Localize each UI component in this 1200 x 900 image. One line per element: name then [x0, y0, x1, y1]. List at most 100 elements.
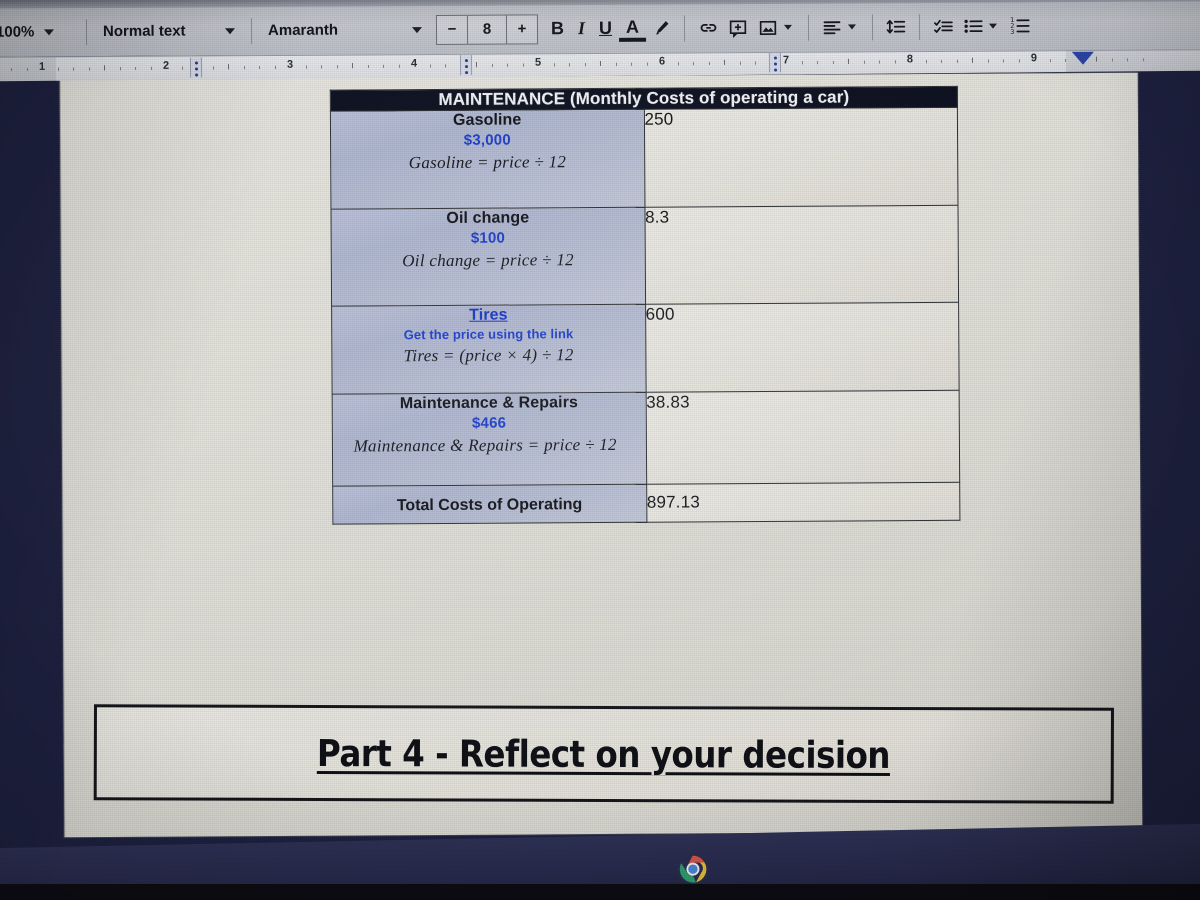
ruler-tick — [1002, 59, 1005, 63]
row-value-cell[interactable]: 38.83 — [645, 390, 960, 485]
row-formula: Oil change = price ÷ 12 — [402, 249, 574, 270]
ruler-number: 8 — [906, 53, 914, 66]
ruler-tick — [321, 65, 323, 69]
ruler-tick — [506, 63, 509, 67]
row-amount: $466 — [471, 414, 507, 432]
align-options-chevron-down-icon[interactable] — [847, 24, 857, 30]
toolbar-divider — [250, 17, 253, 44]
font-size-input[interactable]: 8 — [466, 15, 508, 44]
docs-toolbar: 100% Normal text Amaranth − 8 + B I U A — [0, 0, 1200, 58]
list-options-chevron-down-icon[interactable] — [988, 23, 998, 29]
ruler-number: 4 — [410, 57, 418, 70]
row-formula: Tires = (price × 4) ÷ 12 — [403, 344, 574, 365]
ruler-tick — [103, 65, 106, 71]
screen-photo: 100% Normal text Amaranth − 8 + B I U A — [0, 0, 1200, 900]
table-row[interactable]: Oil change $100 Oil change = price ÷ 12 … — [330, 205, 959, 307]
ruler-tick — [971, 57, 974, 63]
add-comment-icon[interactable] — [723, 13, 753, 43]
italic-button[interactable]: I — [571, 14, 592, 44]
row-title: Maintenance & Repairs — [399, 394, 579, 413]
zoom-dropdown[interactable]: 100% — [0, 17, 78, 48]
part4-callout-box[interactable]: Part 4 - Reflect on your decision — [93, 704, 1114, 804]
total-value-cell[interactable]: 897.13 — [646, 482, 960, 523]
checklist-icon[interactable] — [928, 11, 958, 41]
toolbar-divider — [683, 14, 686, 41]
row-note: Get the price using the link — [403, 326, 574, 343]
ruler-tick — [832, 60, 834, 64]
ruler-tick — [26, 67, 28, 72]
row-label-cell[interactable]: Tires Get the price using the link Tires… — [331, 304, 646, 395]
ruler-number: 1 — [38, 60, 46, 73]
ruler-tick — [274, 65, 276, 69]
ruler-number: 9 — [1030, 52, 1038, 65]
row-value-cell[interactable]: 250 — [643, 107, 958, 208]
row-title-link[interactable]: Tires — [332, 305, 645, 327]
table-total-row[interactable]: Total Costs of Operating 897.13 — [332, 482, 960, 525]
ruler-tick — [723, 59, 726, 65]
underline-button[interactable]: U — [592, 13, 619, 43]
zoom-value: 100% — [0, 23, 35, 41]
maintenance-table[interactable]: MAINTENANCE (Monthly Costs of operating … — [330, 86, 961, 525]
font-size-stepper[interactable]: − 8 + — [435, 13, 539, 45]
numbered-list-icon[interactable]: 1 2 3 — [1005, 11, 1035, 41]
align-left-icon[interactable] — [817, 12, 847, 42]
ruler-tick — [88, 67, 90, 71]
part4-heading: Part 4 - Reflect on your decision — [317, 731, 891, 777]
ruler-number: 7 — [782, 54, 790, 67]
ruler-tick — [243, 66, 245, 70]
ruler-tick — [1049, 59, 1051, 63]
row-value-cell[interactable]: 600 — [645, 302, 960, 393]
font-family-value: Amaranth — [267, 21, 339, 40]
insert-link-icon[interactable] — [693, 13, 723, 43]
ruler-tick — [398, 64, 400, 68]
bold-button[interactable]: B — [544, 14, 571, 44]
row-value-cell[interactable]: 8.3 — [644, 205, 959, 305]
decrease-font-size-button[interactable]: − — [437, 15, 467, 43]
font-family-dropdown[interactable]: Amaranth — [260, 15, 430, 46]
ruler-tick — [119, 67, 121, 71]
row-title: Oil change — [446, 209, 530, 227]
row-label-cell[interactable]: Gasoline $3,000 Gasoline = price ÷ 12 — [330, 109, 645, 210]
ruler-tab-stop[interactable] — [459, 55, 473, 76]
page-left-margin-edge — [59, 79, 66, 838]
ruler-tick — [351, 63, 354, 69]
paragraph-style-dropdown[interactable]: Normal text — [95, 16, 243, 47]
toolbar-divider — [871, 13, 874, 40]
ruler-tick — [599, 60, 602, 66]
increase-font-size-button[interactable]: + — [507, 15, 537, 43]
chrome-icon[interactable] — [676, 852, 711, 887]
ruler-tick — [956, 59, 958, 63]
ruler-tab-stop[interactable] — [768, 52, 782, 73]
text-color-button[interactable]: A — [618, 15, 647, 42]
bulleted-list-icon[interactable] — [958, 11, 988, 41]
row-label-cell[interactable]: Oil change $100 Oil change = price ÷ 12 — [330, 207, 646, 307]
row-title: Gasoline — [452, 111, 522, 129]
ruler-tick — [677, 62, 679, 66]
svg-text:3: 3 — [1010, 29, 1014, 36]
toolbar-divider — [85, 18, 88, 45]
row-formula: Gasoline = price ÷ 12 — [408, 151, 567, 172]
ruler-tick — [491, 63, 493, 67]
ruler-number: 2 — [162, 59, 170, 72]
ruler-tick — [181, 66, 183, 70]
toolbar-divider — [807, 14, 810, 41]
ruler-tick — [382, 64, 385, 68]
ruler-tick — [615, 62, 617, 66]
total-label-cell[interactable]: Total Costs of Operating — [332, 484, 647, 525]
ruler-tick — [894, 60, 896, 64]
chevron-down-icon — [224, 27, 236, 34]
row-label-cell[interactable]: Maintenance & Repairs $466 Maintenance &… — [332, 392, 647, 487]
document-page[interactable]: MAINTENANCE (Monthly Costs of operating … — [59, 72, 1143, 838]
ruler-tick — [630, 62, 633, 66]
chevron-down-icon — [44, 28, 55, 35]
ruler-tick — [847, 58, 850, 64]
insert-image-icon[interactable] — [753, 12, 783, 42]
ruler-tab-stop[interactable] — [189, 57, 203, 78]
right-indent-marker[interactable] — [1071, 51, 1095, 65]
line-spacing-icon[interactable] — [881, 12, 911, 42]
table-row[interactable]: Maintenance & Repairs $466 Maintenance &… — [332, 390, 960, 487]
table-row[interactable]: Gasoline $3,000 Gasoline = price ÷ 12 25… — [330, 107, 958, 210]
image-options-chevron-down-icon[interactable] — [783, 24, 793, 30]
highlight-pen-icon[interactable] — [646, 13, 676, 43]
table-row[interactable]: Tires Get the price using the link Tires… — [331, 302, 960, 395]
